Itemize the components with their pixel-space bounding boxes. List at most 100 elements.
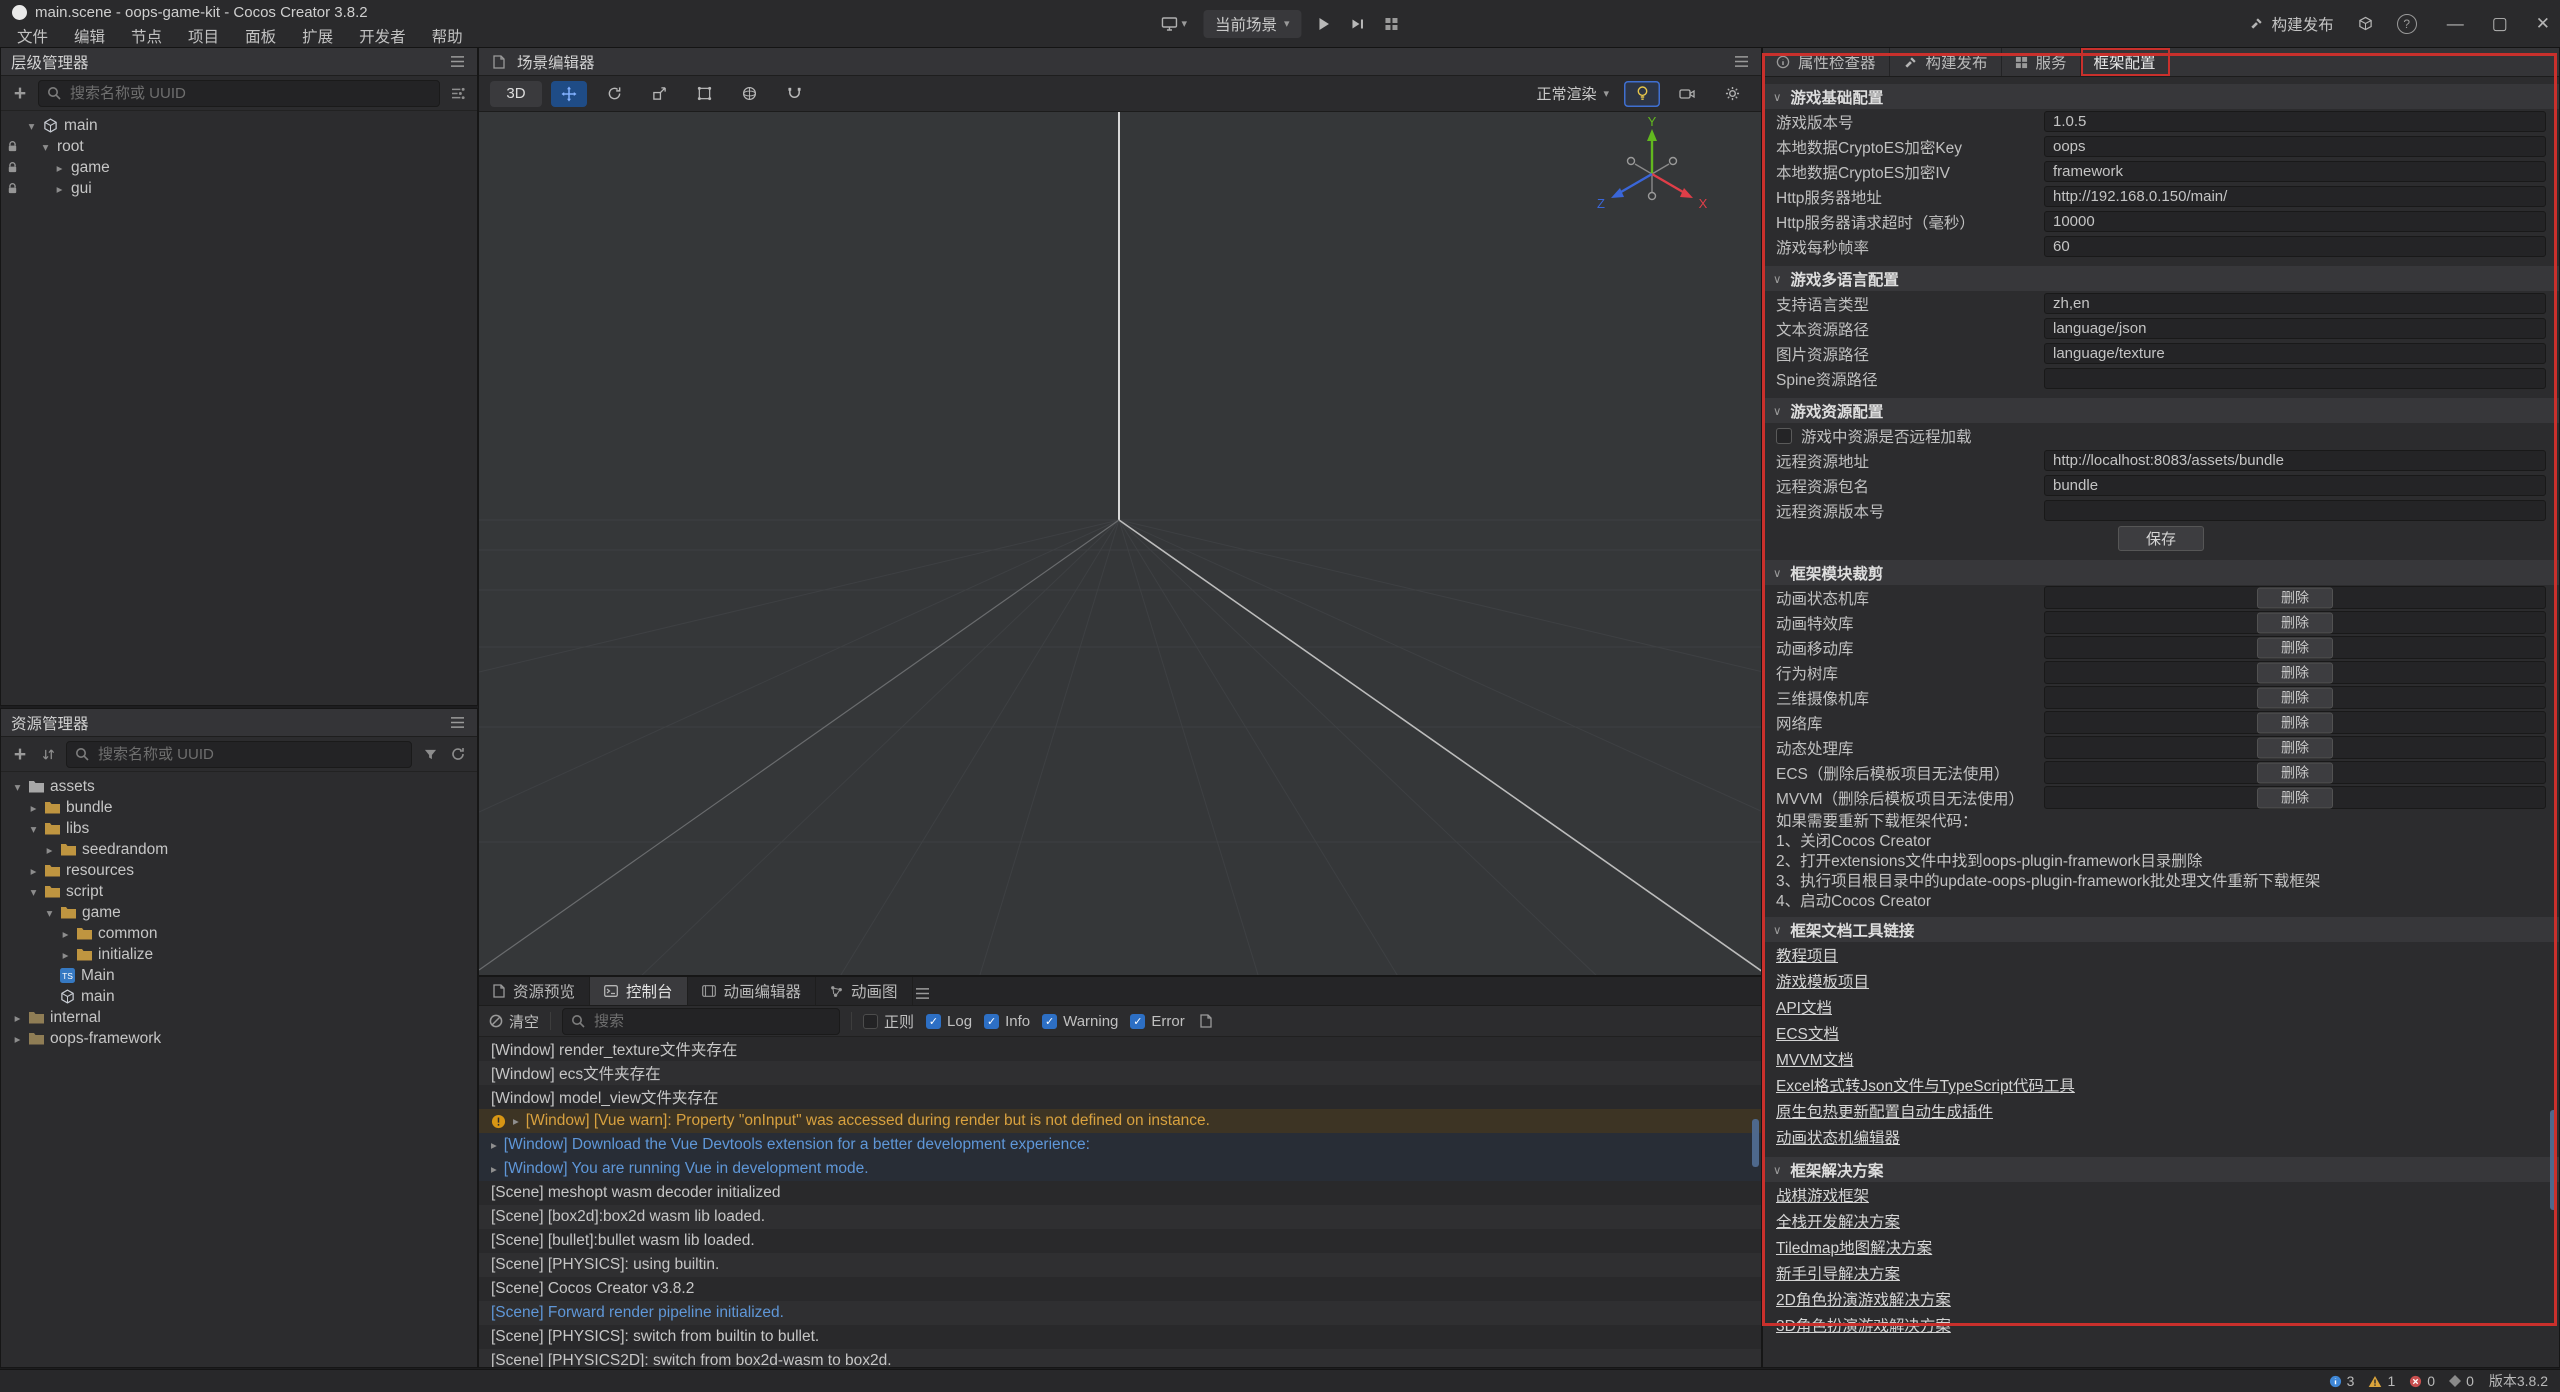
assets-sort-icon[interactable] <box>38 743 58 765</box>
hierarchy-node[interactable]: ▾main <box>1 115 477 136</box>
delete-button[interactable]: 删除 <box>2257 662 2333 683</box>
section-header[interactable]: ∨游戏资源配置 <box>1763 398 2559 423</box>
scale-tool-button[interactable] <box>641 81 677 107</box>
chevron-right-icon[interactable]: ▸ <box>25 801 42 815</box>
menu-item[interactable]: 项目 <box>175 25 232 47</box>
delete-button[interactable]: 删除 <box>2257 712 2333 733</box>
console-line[interactable]: [Window] render_texture文件夹存在 <box>479 1037 1761 1061</box>
delete-button[interactable]: 删除 <box>2257 737 2333 758</box>
console-line[interactable]: [Window] ecs文件夹存在 <box>479 1061 1761 1085</box>
property-input[interactable] <box>2044 186 2546 207</box>
delete-button[interactable]: 删除 <box>2257 612 2333 633</box>
console-line[interactable]: [Scene] [PHYSICS]: switch from builtin t… <box>479 1325 1761 1349</box>
menu-item[interactable]: 文件 <box>4 25 61 47</box>
chevron-right-icon[interactable]: ▸ <box>51 182 68 196</box>
lock-icon[interactable] <box>1 161 23 174</box>
status-info[interactable]: 3 <box>2329 1373 2355 1389</box>
asset-node[interactable]: ▸bundle <box>1 797 477 818</box>
filter-warning-checkbox[interactable]: ✓Warning <box>1042 1013 1118 1030</box>
chevron-down-icon[interactable]: ▾ <box>41 906 58 920</box>
property-input[interactable] <box>2044 136 2546 157</box>
chevron-down-icon[interactable]: ▾ <box>25 885 42 899</box>
gizmo-y-label[interactable]: Y <box>1648 116 1657 129</box>
asset-node[interactable]: ▸seedrandom <box>1 839 477 860</box>
layout-button[interactable] <box>1381 17 1403 31</box>
chevron-right-icon[interactable]: ▸ <box>9 1032 26 1046</box>
console-clear-button[interactable]: 清空 <box>489 1011 539 1032</box>
filter-error-checkbox[interactable]: ✓Error <box>1130 1013 1184 1030</box>
asset-node[interactable]: ▸oops-framework <box>1 1028 477 1049</box>
menu-item[interactable]: 编辑 <box>61 25 118 47</box>
section-header[interactable]: ∨框架文档工具链接 <box>1763 917 2559 942</box>
rotate-tool-button[interactable] <box>596 81 632 107</box>
hierarchy-node[interactable]: ▾root <box>1 136 477 157</box>
asset-node[interactable]: ▾assets <box>1 776 477 797</box>
delete-button[interactable]: 删除 <box>2257 587 2333 608</box>
expand-caret-icon[interactable]: ▸ <box>491 1162 497 1176</box>
menu-item[interactable]: 帮助 <box>419 25 476 47</box>
filter-log-checkbox[interactable]: ✓Log <box>926 1013 972 1030</box>
inspector-tab[interactable]: 构建发布 <box>1890 48 2002 76</box>
chevron-right-icon[interactable]: ▸ <box>51 161 68 175</box>
console-line[interactable]: ▸[Window] You are running Vue in develop… <box>479 1157 1761 1181</box>
doc-link[interactable]: 新手引导解决方案 <box>1763 1260 1913 1286</box>
doc-link[interactable]: Tiledmap地图解决方案 <box>1763 1234 1945 1260</box>
scene-viewport[interactable]: Y X Z <box>479 112 1761 975</box>
asset-node[interactable]: ▸initialize <box>1 944 477 965</box>
world-space-button[interactable] <box>731 81 767 107</box>
scene-tab-title[interactable]: 场景编辑器 <box>517 51 595 73</box>
play-button[interactable] <box>1314 17 1335 31</box>
hierarchy-menu-icon[interactable] <box>447 51 467 73</box>
scene-camera-button[interactable] <box>1669 81 1705 107</box>
save-button[interactable]: 保存 <box>2118 526 2204 551</box>
console-line[interactable]: [Scene] Forward render pipeline initiali… <box>479 1301 1761 1325</box>
regex-checkbox[interactable]: 正则 <box>863 1011 914 1032</box>
asset-node[interactable]: ▾script <box>1 881 477 902</box>
doc-link[interactable]: API文档 <box>1763 994 1845 1020</box>
hierarchy-node[interactable]: ▸gui <box>1 178 477 199</box>
lock-icon[interactable] <box>1 140 23 153</box>
property-input[interactable] <box>2044 450 2546 471</box>
preview-target-button[interactable]: ▾ <box>1157 17 1191 31</box>
asset-node[interactable]: ▸resources <box>1 860 477 881</box>
menu-item[interactable]: 扩展 <box>289 25 346 47</box>
console-menu-icon[interactable] <box>913 982 933 1004</box>
property-input[interactable] <box>2044 368 2546 389</box>
doc-link[interactable]: MVVM文档 <box>1763 1046 1867 1072</box>
maximize-button[interactable]: ▢ <box>2492 14 2508 34</box>
console-line[interactable]: [Scene] [PHYSICS]: using builtin. <box>479 1253 1761 1277</box>
hierarchy-search-input[interactable] <box>38 80 440 107</box>
console-tab[interactable]: 动画图 <box>816 977 913 1005</box>
minimize-button[interactable]: — <box>2447 14 2464 34</box>
delete-button[interactable]: 删除 <box>2257 687 2333 708</box>
console-line[interactable]: ▸[Window] [Vue warn]: Property "onInput"… <box>479 1109 1761 1133</box>
section-header[interactable]: ∨游戏多语言配置 <box>1763 266 2559 291</box>
asset-node[interactable]: ▸common <box>1 923 477 944</box>
doc-link[interactable]: 3D角色扮演游戏解决方案 <box>1763 1312 1964 1338</box>
section-header[interactable]: ∨框架模块裁剪 <box>1763 560 2559 585</box>
asset-node[interactable]: TSMain <box>1 965 477 986</box>
console-line[interactable]: ▸[Window] Download the Vue Devtools exte… <box>479 1133 1761 1157</box>
console-line[interactable]: [Scene] [bullet]:bullet wasm lib loaded. <box>479 1229 1761 1253</box>
render-mode-dropdown[interactable]: 正常渲染▾ <box>1530 83 1615 104</box>
chevron-right-icon[interactable]: ▸ <box>57 927 74 941</box>
property-input[interactable] <box>2044 293 2546 314</box>
property-input[interactable] <box>2044 318 2546 339</box>
asset-node[interactable]: ▸internal <box>1 1007 477 1028</box>
property-input[interactable] <box>2044 500 2546 521</box>
property-input[interactable] <box>2044 343 2546 364</box>
chevron-down-icon[interactable]: ▾ <box>37 140 54 154</box>
scene-settings-button[interactable] <box>1714 81 1750 107</box>
chevron-down-icon[interactable]: ▾ <box>25 822 42 836</box>
inspector-tab[interactable]: 框架配置 <box>2081 48 2170 76</box>
doc-link[interactable]: ECS文档 <box>1763 1020 1852 1046</box>
asset-node[interactable]: main <box>1 986 477 1007</box>
gizmo-z-label[interactable]: Z <box>1597 196 1605 211</box>
package-button[interactable] <box>2354 16 2377 31</box>
delete-button[interactable]: 删除 <box>2257 762 2333 783</box>
console-line[interactable]: [Scene] Cocos Creator v3.8.2 <box>479 1277 1761 1301</box>
chevron-right-icon[interactable]: ▸ <box>9 1011 26 1025</box>
close-button[interactable]: ✕ <box>2536 14 2550 34</box>
scene-light-toggle[interactable] <box>1624 81 1660 107</box>
property-input[interactable] <box>2044 211 2546 232</box>
